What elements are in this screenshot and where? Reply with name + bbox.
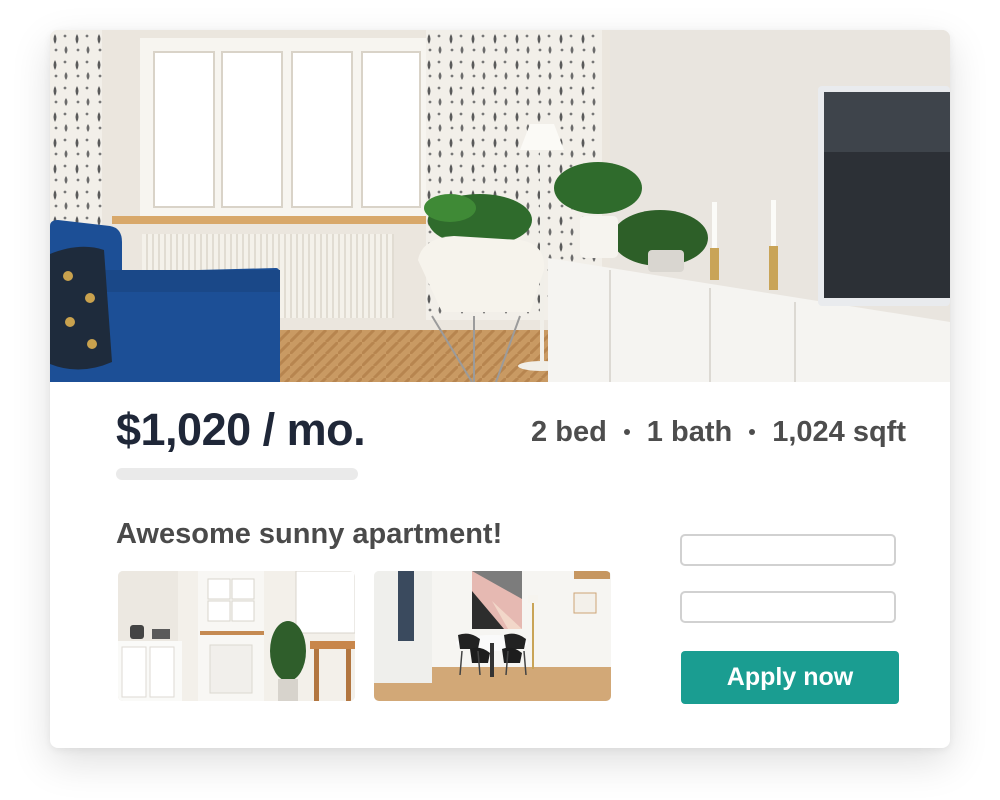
listing-card: $1,020 / mo. 2 bed 1 bath 1,024 sqft Awe…: [50, 30, 950, 748]
dining-room-photo: [374, 571, 611, 701]
bathrooms-spec: 1 bath: [646, 416, 733, 448]
apply-now-button[interactable]: Apply now: [681, 651, 899, 704]
thumbnail-kitchen[interactable]: [118, 571, 355, 701]
form-field-2[interactable]: [680, 591, 896, 623]
price-underline-bar: [116, 468, 358, 480]
living-room-photo: [50, 30, 950, 382]
hero-photo: [50, 30, 950, 382]
bullet-separator: [623, 429, 630, 435]
listing-title: Awesome sunny apartment!: [116, 518, 503, 550]
thumbnail-dining[interactable]: [374, 571, 611, 701]
bedrooms-spec: 2 bed: [531, 416, 607, 448]
listing-specs: 2 bed 1 bath 1,024 sqft: [531, 412, 906, 452]
price: $1,020 / mo.: [116, 404, 366, 455]
bullet-separator: [749, 429, 756, 435]
area-spec: 1,024 sqft: [772, 416, 906, 448]
kitchen-photo: [118, 571, 355, 701]
form-field-1[interactable]: [680, 534, 896, 566]
